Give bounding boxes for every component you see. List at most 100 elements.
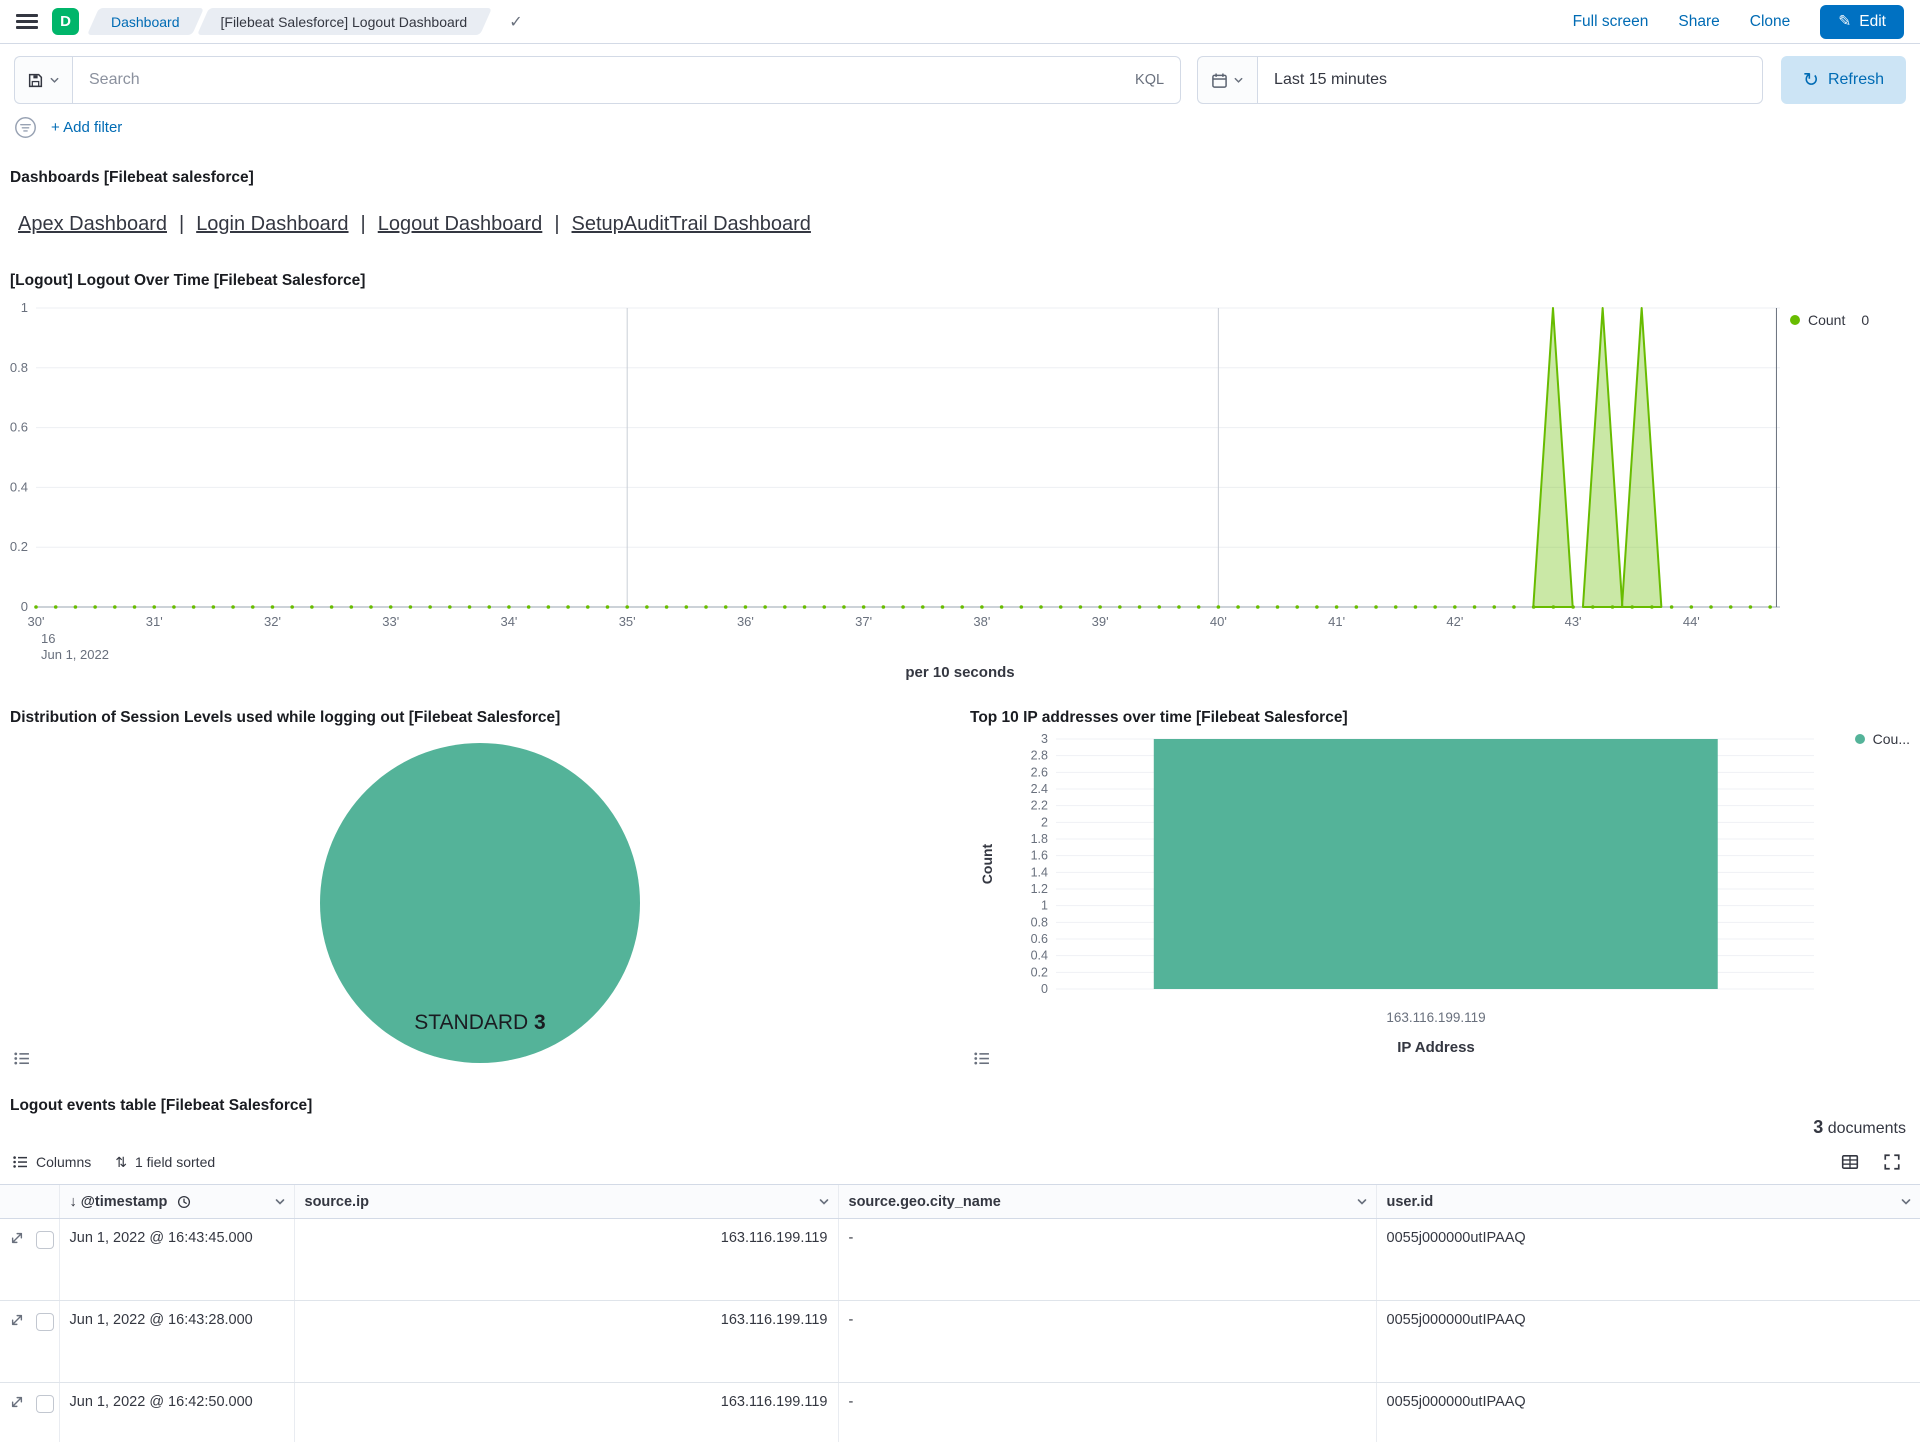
sort-fields-button[interactable]: ⇅ 1 field sorted	[115, 1154, 215, 1171]
breadcrumb: Dashboard [Filebeat Salesforce] Logout D…	[93, 8, 485, 35]
fullscreen-button[interactable]	[1880, 1150, 1904, 1174]
legend-item-count[interactable]: Cou...	[1855, 731, 1910, 747]
panel-title: Distribution of Session Levels used whil…	[0, 709, 960, 727]
panel-session-levels-pie: Distribution of Session Levels used whil…	[0, 701, 960, 1081]
cell-userid: 0055j000000utIPAAQ	[1376, 1301, 1920, 1383]
saved-check-icon: ✓	[509, 12, 522, 32]
column-header-timestamp[interactable]: ↓@timestamp	[59, 1185, 294, 1219]
svg-text:37': 37'	[855, 614, 872, 629]
expand-cell	[0, 1383, 34, 1442]
svg-text:2.2: 2.2	[1031, 799, 1048, 813]
column-header-city-name[interactable]: source.geo.city_name	[838, 1185, 1376, 1219]
svg-text:1.2: 1.2	[1031, 882, 1048, 896]
column-header-source-ip[interactable]: source.ip	[294, 1185, 838, 1219]
panel-top-ip-bar: Top 10 IP addresses over time [Filebeat …	[960, 701, 1920, 1081]
sort-desc-icon: ↓	[70, 1194, 77, 1210]
chevron-down-icon[interactable]	[818, 1196, 830, 1208]
cell-userid: 0055j000000utIPAAQ	[1376, 1383, 1920, 1442]
svg-text:33': 33'	[382, 614, 399, 629]
legend-toggle-button[interactable]	[10, 1047, 33, 1070]
row-checkbox[interactable]	[36, 1313, 54, 1331]
x-axis-title: per 10 seconds	[0, 664, 1920, 681]
svg-text:30': 30'	[28, 614, 45, 629]
svg-text:36': 36'	[737, 614, 754, 629]
session-levels-pie-chart[interactable]: STANDARD 3	[310, 733, 650, 1073]
cell-sourcegeocity-name: -	[838, 1219, 1376, 1301]
cell-timestamp: Jun 1, 2022 @ 16:42:50.000	[59, 1383, 294, 1442]
cell-sourcegeocity-name: -	[838, 1383, 1376, 1442]
chevron-down-icon	[49, 75, 60, 86]
svg-text:35': 35'	[619, 614, 636, 629]
expand-cell	[0, 1301, 34, 1383]
chevron-down-icon[interactable]	[1900, 1196, 1912, 1208]
chevron-down-icon[interactable]	[1356, 1196, 1368, 1208]
logout-over-time-chart: 00.20.40.60.8130'31'32'33'34'35'36'37'38…	[0, 302, 1920, 662]
chart-legend: Cou...	[1855, 731, 1910, 747]
search-input[interactable]	[89, 71, 1125, 89]
svg-text:0.8: 0.8	[10, 360, 28, 375]
query-bar: KQL Last 15 minutes ↻ Refresh	[0, 44, 1920, 114]
column-header-user-id[interactable]: user.id	[1376, 1185, 1920, 1219]
panel-title: Dashboards [Filebeat salesforce]	[0, 169, 1920, 187]
svg-text:31': 31'	[146, 614, 163, 629]
expand-row-icon[interactable]	[10, 1395, 24, 1409]
svg-text:Jun 1, 2022: Jun 1, 2022	[41, 647, 109, 662]
pencil-icon: ✎	[1838, 12, 1851, 31]
save-icon	[27, 72, 44, 89]
saved-query-menu-button[interactable]	[14, 56, 72, 104]
date-picker-group: Last 15 minutes	[1197, 56, 1763, 104]
breadcrumb-dashboard[interactable]: Dashboard	[93, 8, 198, 35]
refresh-button[interactable]: ↻ Refresh	[1781, 56, 1906, 104]
date-quick-select-button[interactable]	[1197, 56, 1257, 104]
clone-button[interactable]: Clone	[1750, 13, 1791, 31]
edit-button[interactable]: ✎ Edit	[1820, 5, 1904, 39]
legend-item-count[interactable]: Count 0	[1790, 312, 1916, 328]
list-icon	[12, 1154, 28, 1170]
table-density-icon	[1841, 1153, 1859, 1171]
density-button[interactable]	[1838, 1150, 1862, 1174]
legend-toggle-button[interactable]	[970, 1047, 993, 1070]
dashboard-link-setupaudittrail-dashboard[interactable]: SetupAuditTrail Dashboard	[572, 213, 811, 236]
row-checkbox[interactable]	[36, 1395, 54, 1413]
svg-text:2.4: 2.4	[1031, 782, 1048, 796]
dashboard-link-logout-dashboard[interactable]: Logout Dashboard	[378, 213, 543, 236]
row-checkbox[interactable]	[36, 1231, 54, 1249]
svg-text:0: 0	[1041, 982, 1048, 995]
bar-category-label: 163.116.199.119	[1048, 1010, 1824, 1025]
svg-text:0.2: 0.2	[1031, 965, 1048, 979]
svg-text:42': 42'	[1446, 614, 1463, 629]
svg-text:0.4: 0.4	[10, 479, 28, 494]
svg-text:0.4: 0.4	[1031, 949, 1048, 963]
dashboard-link-apex-dashboard[interactable]: Apex Dashboard	[18, 213, 167, 236]
x-axis-title: IP Address	[1048, 1039, 1824, 1056]
full-screen-button[interactable]: Full screen	[1573, 13, 1649, 31]
share-button[interactable]: Share	[1678, 13, 1719, 31]
menu-hamburger-icon[interactable]	[16, 14, 38, 29]
svg-text:44': 44'	[1683, 614, 1700, 629]
expand-cell	[0, 1219, 34, 1301]
space-avatar[interactable]: D	[52, 8, 79, 35]
dashboard-link-login-dashboard[interactable]: Login Dashboard	[196, 213, 348, 236]
filter-icon[interactable]	[14, 116, 37, 139]
checkbox-cell	[34, 1219, 59, 1301]
add-filter-button[interactable]: + Add filter	[51, 119, 122, 136]
expand-row-icon[interactable]	[10, 1231, 24, 1245]
document-count: 3 documents	[0, 1117, 1920, 1138]
panel-title: Logout events table [Filebeat Salesforce…	[0, 1097, 1920, 1115]
time-range-display[interactable]: Last 15 minutes	[1257, 56, 1763, 104]
expand-row-icon[interactable]	[10, 1313, 24, 1327]
dashboard-grid: Dashboards [Filebeat salesforce] Apex Da…	[0, 153, 1920, 1442]
cell-sourceip: 163.116.199.119	[294, 1219, 838, 1301]
panel-title: [Logout] Logout Over Time [Filebeat Sale…	[0, 272, 1920, 290]
header-expand-cell	[0, 1185, 34, 1219]
legend-dot	[1790, 315, 1800, 325]
cell-sourceip: 163.116.199.119	[294, 1301, 838, 1383]
chevron-down-icon[interactable]	[274, 1196, 286, 1208]
datagrid-toolbar: Columns ⇅ 1 field sorted	[0, 1138, 1920, 1184]
breadcrumb-current-dashboard[interactable]: [Filebeat Salesforce] Logout Dashboard	[203, 8, 486, 35]
calendar-icon	[1211, 72, 1228, 89]
svg-text:0.6: 0.6	[1031, 932, 1048, 946]
columns-button[interactable]: Columns	[12, 1154, 91, 1170]
svg-text:16: 16	[41, 631, 55, 646]
query-language-button[interactable]: KQL	[1135, 72, 1164, 88]
